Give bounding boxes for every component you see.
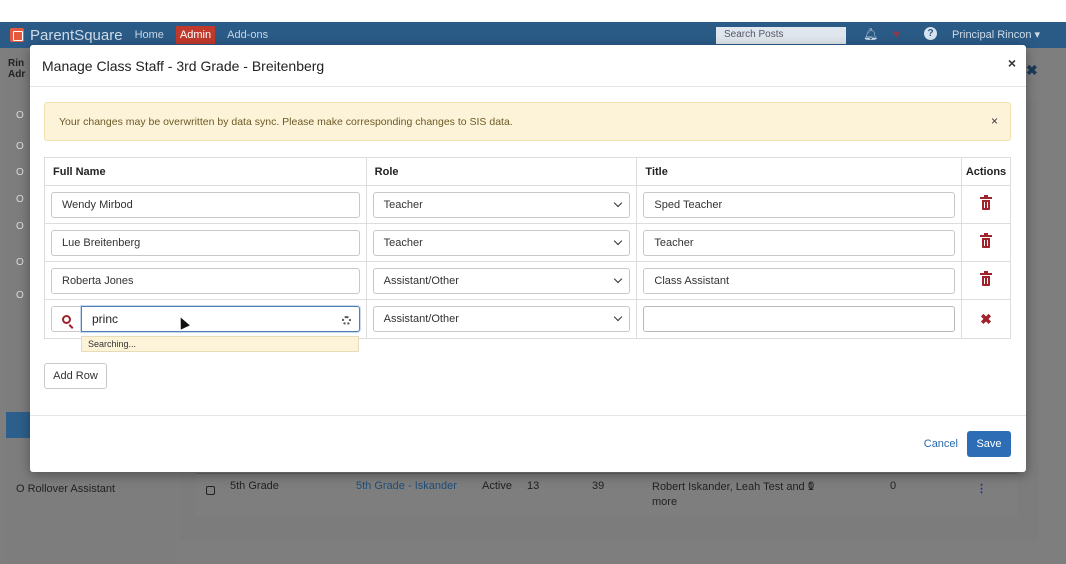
modal-header: Manage Class Staff - 3rd Grade - Breiten…	[30, 45, 1026, 87]
heart-icon[interactable]: ♥	[893, 27, 900, 41]
title-input[interactable]	[643, 229, 955, 256]
remove-row-icon[interactable]: ✖	[980, 311, 992, 327]
row-checkbox[interactable]	[206, 486, 215, 495]
user-menu[interactable]: Principal Rincon ▾	[952, 28, 1040, 41]
role-select[interactable]: Teacher	[372, 191, 631, 218]
table-row: Assistant/Other	[44, 261, 1012, 300]
parentsquare-logo-icon	[10, 28, 24, 42]
sidebar-heading: Rin Adr	[8, 58, 25, 80]
modal-title: Manage Class Staff - 3rd Grade - Breiten…	[42, 58, 325, 74]
header-role: Role	[365, 157, 638, 186]
nav-admin[interactable]: Admin	[175, 26, 216, 44]
sidebar-bullet[interactable]: O	[16, 141, 24, 152]
sidebar-bullet[interactable]: O	[16, 110, 24, 121]
sidebar-heading-line2: Adr	[8, 69, 26, 80]
search-icon	[62, 314, 71, 324]
nav-addons[interactable]: Add-ons	[227, 29, 268, 41]
modal-close-button[interactable]: ×	[1008, 55, 1016, 71]
title-input[interactable]	[643, 191, 955, 218]
count-cell: 39	[592, 480, 605, 492]
header-full-name: Full Name	[44, 157, 367, 186]
table-row-new: princ Assistant/Other ✖	[44, 299, 1012, 339]
table-row: Teacher	[44, 223, 1012, 262]
brand-name: ParentSquare	[30, 26, 123, 44]
header-actions: Actions	[960, 157, 1012, 186]
chevron-down-icon	[614, 274, 623, 283]
alert-close-button[interactable]: ×	[991, 114, 998, 128]
sidebar-bullet[interactable]: O	[16, 257, 24, 268]
role-select[interactable]: Assistant/Other	[372, 306, 631, 332]
role-select-value: Assistant/Other	[383, 274, 459, 287]
trash-icon[interactable]	[979, 271, 992, 286]
sync-warning-alert: Your changes may be overwritten by data …	[44, 102, 1011, 141]
full-name-input[interactable]	[51, 229, 360, 256]
full-name-input[interactable]	[51, 267, 360, 294]
role-select-value: Assistant/Other	[383, 313, 459, 325]
title-input[interactable]	[643, 267, 955, 294]
bell-icon[interactable]: 🔔︎	[863, 27, 878, 41]
count-cell: 0	[890, 480, 897, 492]
sidebar-bullet[interactable]: O	[16, 167, 24, 178]
count-cell: 13	[527, 480, 540, 492]
trash-icon[interactable]	[979, 233, 992, 248]
role-select-value: Teacher	[383, 198, 423, 211]
search-input-value: princ	[92, 312, 119, 326]
modal-footer: Cancel Save	[30, 415, 1026, 472]
sidebar-bullet[interactable]: O	[16, 221, 24, 232]
background-close-icon[interactable]: ✖	[1026, 62, 1038, 79]
table-header-row: Full Name Role Title Actions	[44, 157, 1012, 186]
staff-table: Full Name Role Title Actions Teacher Tea…	[44, 157, 1012, 339]
table-row: 5th Grade 5th Grade - Iskander Active 13…	[196, 473, 1018, 517]
header-title: Title	[636, 157, 962, 186]
add-row-button[interactable]: Add Row	[44, 363, 107, 389]
save-button[interactable]: Save	[967, 431, 1011, 457]
loading-spinner-icon	[341, 316, 351, 325]
sidebar-heading-line1: Rin	[8, 58, 25, 69]
chevron-down-icon	[614, 312, 623, 322]
chevron-down-icon	[614, 198, 623, 207]
row-menu-icon[interactable]: ⋮	[976, 482, 987, 495]
title-input[interactable]	[643, 306, 955, 332]
brand[interactable]: ParentSquare	[10, 27, 123, 44]
grade-cell: 5th Grade	[230, 480, 279, 492]
role-select-value: Teacher	[383, 236, 423, 249]
nav-home[interactable]: Home	[135, 29, 164, 41]
class-link[interactable]: 5th Grade - Iskander	[356, 480, 457, 492]
role-select[interactable]: Assistant/Other	[372, 267, 631, 294]
search-posts-input[interactable]: Search Posts	[716, 27, 846, 44]
chevron-down-icon	[614, 236, 623, 245]
count-cell: 0	[808, 480, 815, 492]
sidebar-bullet[interactable]: O	[16, 290, 24, 301]
mouse-cursor-icon	[176, 315, 190, 330]
alert-message: Your changes may be overwritten by data …	[59, 116, 513, 128]
full-name-input[interactable]	[51, 191, 360, 218]
sidebar-bullet[interactable]: O	[16, 194, 24, 205]
staff-cell: Robert Iskander, Leah Test and 1 more	[652, 481, 814, 508]
trash-icon[interactable]	[979, 195, 992, 210]
role-select[interactable]: Teacher	[372, 229, 631, 256]
sidebar-item-rollover-assistant[interactable]: O Rollover Assistant	[16, 483, 115, 495]
manage-class-staff-modal: Manage Class Staff - 3rd Grade - Breiten…	[30, 45, 1026, 472]
sidebar-active-marker	[6, 412, 30, 438]
status-cell: Active	[482, 480, 512, 492]
table-row: Teacher	[44, 185, 1012, 224]
cancel-button[interactable]: Cancel	[924, 438, 958, 450]
staff-search-input[interactable]: princ	[81, 306, 360, 332]
search-status-dropdown: Searching...	[81, 336, 359, 352]
search-icon-box	[51, 306, 81, 332]
staff-search: princ	[51, 300, 360, 338]
help-icon[interactable]: ?	[924, 27, 937, 40]
